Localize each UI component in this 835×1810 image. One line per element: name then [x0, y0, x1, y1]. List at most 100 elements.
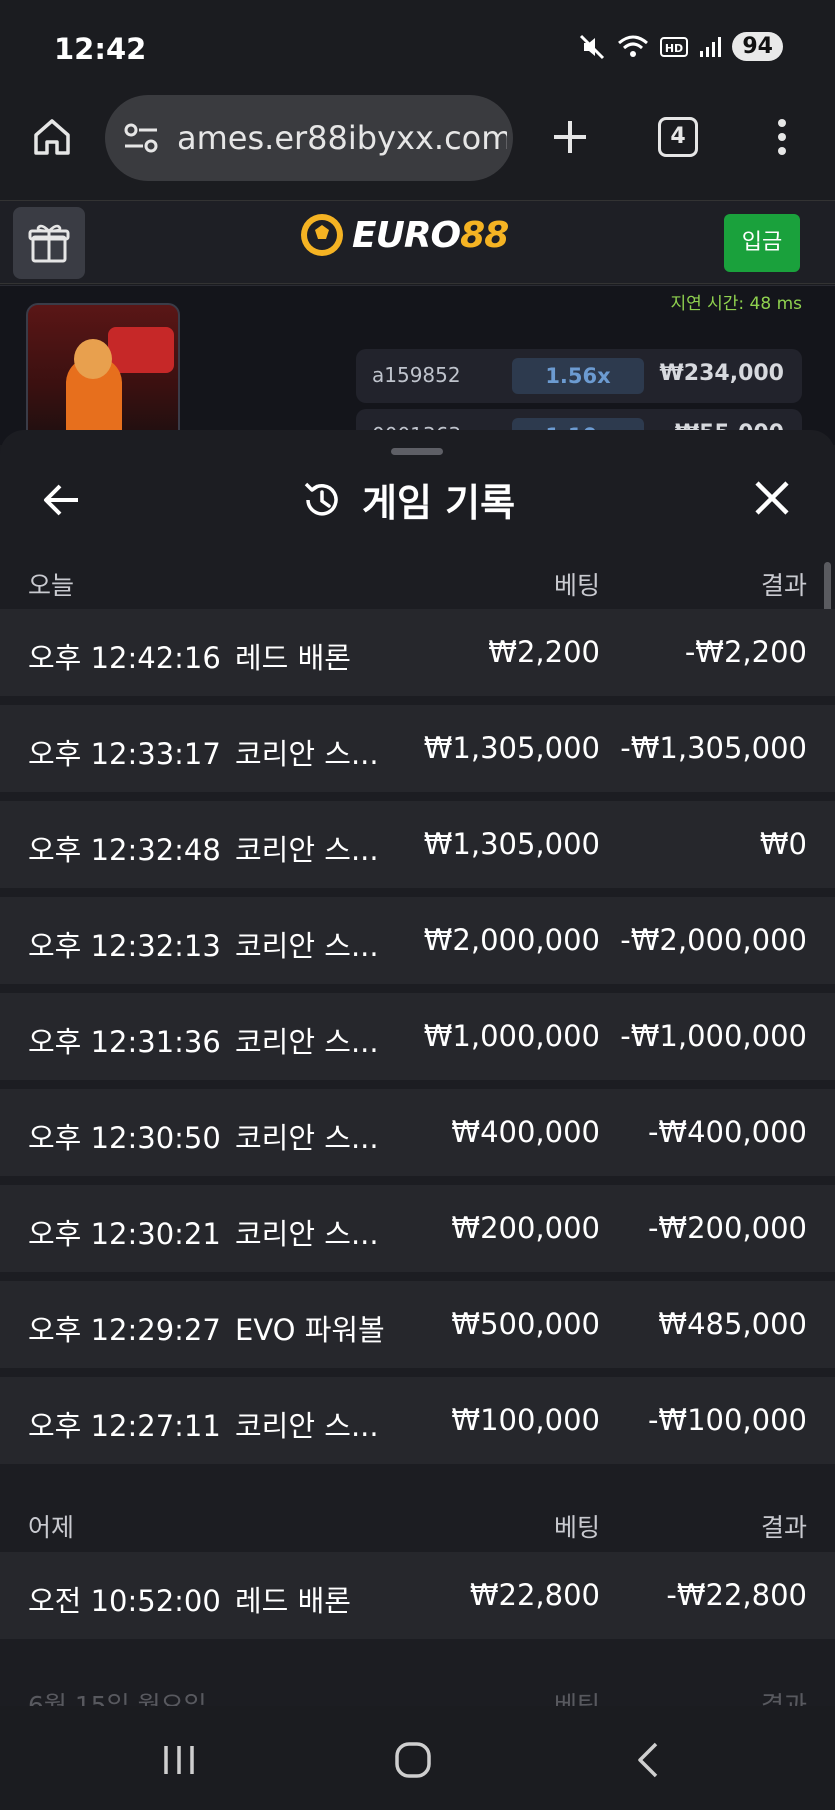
- row-game: 레드 배론: [235, 1584, 351, 1618]
- row-result: -₩400,000: [647, 1115, 807, 1149]
- row-bet: ₩500,000: [451, 1307, 600, 1341]
- row-time: 오후 12:32:13: [28, 929, 221, 963]
- history-row[interactable]: 오후 12:32:13 코리안 스... ₩2,000,000 -₩2,000,…: [0, 897, 835, 984]
- close-button[interactable]: [752, 478, 792, 518]
- history-row[interactable]: 오후 12:27:11 코리안 스... ₩100,000 -₩100,000: [0, 1377, 835, 1464]
- section-header-yesterday: 어제 베팅 결과: [0, 1498, 835, 1548]
- history-row[interactable]: 오후 12:32:48 코리안 스... ₩1,305,000 ₩0: [0, 801, 835, 888]
- frame-divider: [0, 285, 835, 286]
- game-thumbnail[interactable]: [26, 303, 180, 443]
- row-result: ₩485,000: [658, 1307, 807, 1341]
- system-home-button[interactable]: [393, 1740, 433, 1784]
- game-area: 지연 시간: 48 ms a159852 1.56x ₩234,000 0001…: [0, 285, 835, 463]
- plus-icon: [554, 121, 586, 153]
- sheet-title-text: 게임 기록: [362, 481, 516, 525]
- row-time: 오후 12:27:11: [28, 1409, 221, 1443]
- deposit-button[interactable]: 입금: [724, 214, 800, 272]
- battery-indicator: 94: [732, 32, 783, 61]
- thumbnail-sign: [108, 327, 174, 373]
- row-bet: ₩1,305,000: [423, 731, 600, 765]
- browser-menu-button[interactable]: [770, 115, 794, 159]
- address-bar[interactable]: ames.er88ibyxx.com: [105, 95, 513, 181]
- hd-icon: HD: [660, 35, 689, 59]
- soccer-ball-icon: [301, 214, 343, 256]
- row-result: -₩2,200: [684, 635, 807, 669]
- row-time: 오전 10:52:00: [28, 1584, 221, 1618]
- row-game: 코리안 스...: [235, 1217, 379, 1251]
- system-nav-bar: [0, 1706, 835, 1810]
- row-time: 오후 12:31:36: [28, 1025, 221, 1059]
- row-bet: ₩2,000,000: [423, 923, 600, 957]
- live-bet-user: a159852: [372, 363, 461, 387]
- url-text: ames.er88ibyxx.com: [177, 119, 507, 157]
- row-result: -₩1,305,000: [620, 731, 807, 765]
- home-outline-icon: [395, 1742, 431, 1778]
- history-row[interactable]: 오후 12:29:27 EVO 파워볼 ₩500,000 ₩485,000: [0, 1281, 835, 1368]
- new-tab-button[interactable]: [548, 115, 592, 159]
- latency-indicator: 지연 시간: 48 ms: [670, 294, 802, 314]
- history-row[interactable]: 오후 12:30:21 코리안 스... ₩200,000 -₩200,000: [0, 1185, 835, 1272]
- recent-apps-button[interactable]: [160, 1742, 198, 1782]
- section-header-older: 6월 15일 월요일 베팅 결과: [0, 1676, 835, 1706]
- signal-icon: [698, 35, 722, 59]
- tab-switcher-button[interactable]: 4: [658, 117, 698, 157]
- history-row[interactable]: 오후 12:30:50 코리안 스... ₩400,000 -₩400,000: [0, 1089, 835, 1176]
- section-header-today: 오늘 베팅 결과: [0, 556, 835, 606]
- back-button[interactable]: [40, 478, 84, 522]
- svg-text:HD: HD: [665, 42, 683, 55]
- bet-column-header: 베팅: [553, 1513, 600, 1542]
- row-time: 오후 12:33:17: [28, 737, 221, 771]
- system-back-button[interactable]: [632, 1740, 662, 1784]
- sheet-drag-handle[interactable]: [391, 448, 443, 455]
- home-icon: [34, 119, 70, 155]
- row-time: 오후 12:30:50: [28, 1121, 221, 1155]
- chevron-left-icon: [638, 1742, 658, 1778]
- history-row[interactable]: 오후 12:33:17 코리안 스... ₩1,305,000 -₩1,305,…: [0, 705, 835, 792]
- row-time: 오후 12:29:27: [28, 1313, 221, 1347]
- status-time: 12:42: [54, 32, 147, 66]
- row-time: 오후 12:42:16: [28, 641, 221, 675]
- section-label: 오늘: [28, 571, 75, 600]
- thumbnail-presenter-head: [74, 339, 112, 379]
- gift-button[interactable]: [13, 207, 85, 279]
- gift-icon: [28, 224, 70, 263]
- wifi-icon: [616, 33, 650, 61]
- home-button[interactable]: [30, 115, 74, 159]
- site-settings-icon[interactable]: [123, 121, 159, 159]
- row-bet: ₩200,000: [451, 1211, 600, 1245]
- status-bar: 12:42 HD 94: [0, 0, 835, 95]
- logo-text: EURO88: [352, 214, 509, 256]
- section-label: 6월 15일 월요일: [28, 1691, 207, 1706]
- result-column-header: 결과: [760, 571, 807, 600]
- bet-column-header: 베팅: [553, 1691, 600, 1706]
- row-result: -₩2,000,000: [620, 923, 807, 957]
- row-game: 코리안 스...: [235, 1025, 379, 1059]
- row-bet: ₩100,000: [451, 1403, 600, 1437]
- result-column-header: 결과: [760, 1691, 807, 1706]
- mute-icon: [578, 33, 606, 61]
- row-game: 레드 배론: [235, 641, 351, 675]
- row-result: ₩0: [759, 827, 807, 861]
- live-bet-row: a159852 1.56x ₩234,000: [356, 349, 802, 403]
- row-bet: ₩22,800: [469, 1578, 600, 1612]
- row-time: 오후 12:30:21: [28, 1217, 221, 1251]
- row-bet: ₩1,000,000: [423, 1019, 600, 1053]
- game-history-sheet: 게임 기록 오늘 베팅 결과 오후 12:42:16 레드 배론 ₩2,200 …: [0, 430, 835, 1706]
- row-game: 코리안 스...: [235, 1409, 379, 1443]
- site-logo[interactable]: EURO88: [298, 211, 509, 259]
- site-header: EURO88 입금: [0, 200, 835, 284]
- row-game: 코리안 스...: [235, 833, 379, 867]
- status-icons: HD 94: [578, 32, 783, 61]
- sheet-title: 게임 기록: [300, 472, 515, 527]
- section-label: 어제: [28, 1513, 75, 1542]
- row-game: 코리안 스...: [235, 737, 379, 771]
- history-row[interactable]: 오후 12:42:16 레드 배론 ₩2,200 -₩2,200: [0, 609, 835, 696]
- row-result: -₩200,000: [647, 1211, 807, 1245]
- row-result: -₩100,000: [647, 1403, 807, 1437]
- bet-column-header: 베팅: [553, 571, 600, 600]
- recent-apps-icon: [164, 1746, 194, 1774]
- history-row[interactable]: 오전 10:52:00 레드 배론 ₩22,800 -₩22,800: [0, 1552, 835, 1639]
- history-icon: [304, 482, 338, 516]
- row-result: -₩1,000,000: [620, 1019, 807, 1053]
- history-row[interactable]: 오후 12:31:36 코리안 스... ₩1,000,000 -₩1,000,…: [0, 993, 835, 1080]
